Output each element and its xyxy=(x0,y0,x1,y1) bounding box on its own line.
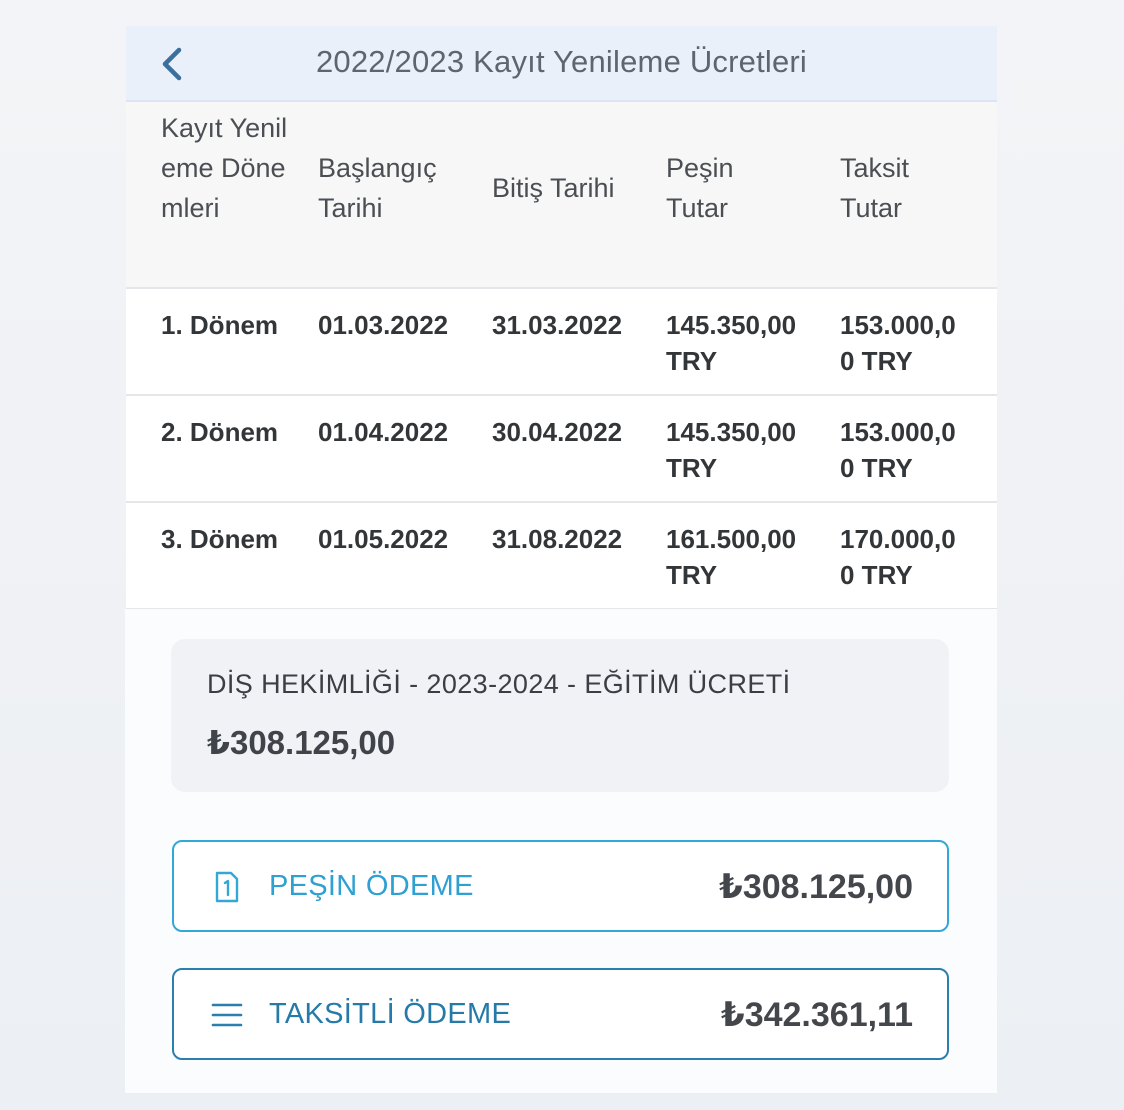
column-header-installment-amount: Taksit Tutar xyxy=(840,153,910,223)
cell-cash-amount: 145.350,00 TRY xyxy=(666,310,797,376)
cell-period: 2. Dönem xyxy=(161,417,279,447)
table-row: 2. Dönem 01.04.2022 30.04.2022 145.350,0… xyxy=(126,396,997,503)
cell-end-date: 31.03.2022 xyxy=(492,310,623,340)
cell-period: 1. Dönem xyxy=(161,310,279,340)
column-header-periods: Kayıt Yenileme Dönemleri xyxy=(161,113,288,223)
page-header: 2022/2023 Kayıt Yenileme Ücretleri xyxy=(126,26,997,102)
installment-payment-amount: ₺342.361,11 xyxy=(721,996,913,1034)
fee-title: DİŞ HEKİMLİĞİ - 2023-2024 - EĞİTİM ÜCRET… xyxy=(207,669,791,699)
fee-table: Kayıt Yenileme Dönemleri Başlangıç Tarih… xyxy=(126,102,997,610)
cell-end-date: 31.08.2022 xyxy=(492,524,623,554)
cell-cash-amount: 145.350,00 TRY xyxy=(666,417,797,483)
page: 2022/2023 Kayıt Yenileme Ücretleri Kayıt… xyxy=(0,0,1124,1110)
column-header-cash-amount: Peşin Tutar xyxy=(666,153,734,223)
cell-installment-amount: 153.000,00 TRY xyxy=(840,417,956,483)
cell-start-date: 01.03.2022 xyxy=(318,310,449,340)
cell-installment-amount: 170.000,00 TRY xyxy=(840,524,956,590)
cell-start-date: 01.05.2022 xyxy=(318,524,449,554)
menu-lines-icon xyxy=(210,996,244,1034)
page-title: 2022/2023 Kayıt Yenileme Ücretleri xyxy=(315,44,808,79)
cell-cash-amount: 161.500,00 TRY xyxy=(666,524,797,590)
table-row: 1. Dönem 01.03.2022 31.03.2022 145.350,0… xyxy=(126,289,997,396)
cell-installment-amount: 153.000,00 TRY xyxy=(840,310,956,376)
fee-summary-box: DİŞ HEKİMLİĞİ - 2023-2024 - EĞİTİM ÜCRET… xyxy=(171,639,949,792)
column-header-end-date: Bitiş Tarihi xyxy=(492,173,615,203)
cash-payment-label: PEŞİN ÖDEME xyxy=(269,870,474,902)
cell-start-date: 01.04.2022 xyxy=(318,417,449,447)
installment-payment-button[interactable]: TAKSİTLİ ÖDEME ₺342.361,11 xyxy=(172,968,949,1060)
table-header-row: Kayıt Yenileme Dönemleri Başlangıç Tarih… xyxy=(126,102,997,289)
column-header-start-date: Başlangıç Tarihi xyxy=(318,153,437,223)
installment-payment-label: TAKSİTLİ ÖDEME xyxy=(269,998,512,1030)
cash-payment-button[interactable]: PEŞİN ÖDEME ₺308.125,00 xyxy=(172,840,949,932)
cell-end-date: 30.04.2022 xyxy=(492,417,623,447)
payment-card: DİŞ HEKİMLİĞİ - 2023-2024 - EĞİTİM ÜCRET… xyxy=(125,609,997,1093)
document-one-icon xyxy=(210,868,244,906)
fee-amount: ₺308.125,00 xyxy=(207,724,396,761)
fees-card: 2022/2023 Kayıt Yenileme Ücretleri Kayıt… xyxy=(126,26,997,610)
cash-payment-amount: ₺308.125,00 xyxy=(719,868,913,906)
table-row: 3. Dönem 01.05.2022 31.08.2022 161.500,0… xyxy=(126,503,997,610)
cell-period: 3. Dönem xyxy=(161,524,279,554)
